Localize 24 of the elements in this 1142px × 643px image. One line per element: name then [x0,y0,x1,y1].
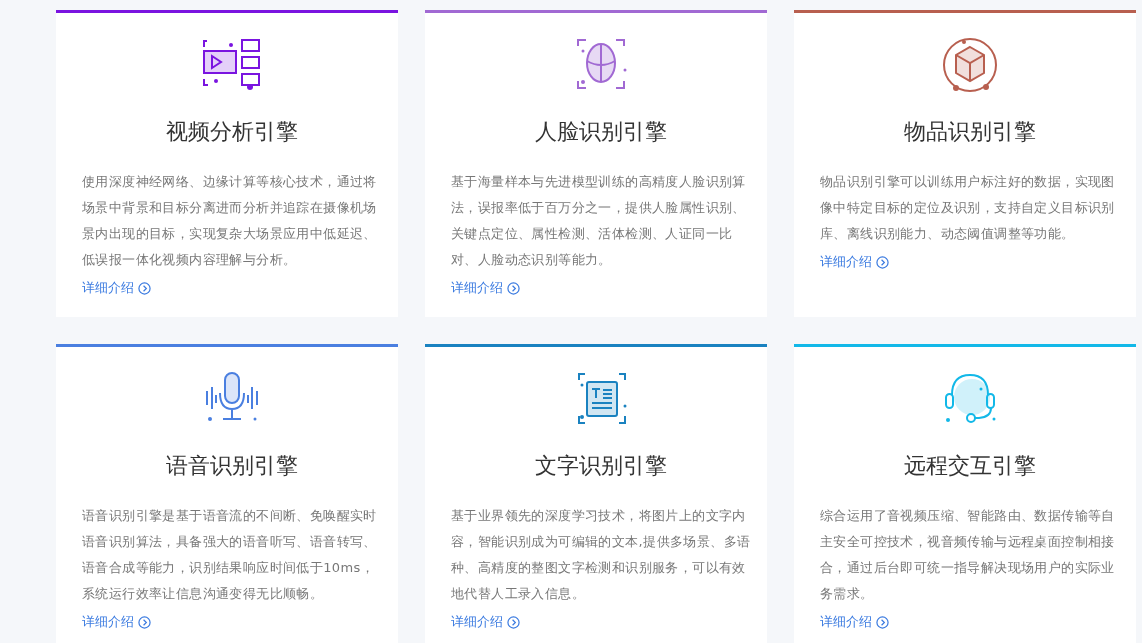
card-title: 视频分析引擎 [165,118,299,146]
arrow-circle-icon [138,615,151,629]
details-link[interactable]: 详细介绍 [82,279,151,297]
arrow-circle-icon [138,281,151,295]
card-title: 文字识别引擎 [534,452,668,480]
card-description: 基于业界领先的深度学习技术，将图片上的文字内容，智能识别成为可编辑的文本,提供多场景、多语种、高精度的整图文字检测和识别服务，可以有效地代替人工录入信息。 [451,507,751,603]
details-link[interactable]: 详细介绍 [820,613,889,631]
card-description: 语音识别引擎是基于语音流的不间断、免唤醒实时语音识别算法，具备强大的语音听写、语音转写、语音合成等能力，识别结果响应时间低于10ms，系统运行效率让信息沟通变得无比顺畅。 [82,507,378,603]
arrow-circle-icon [507,615,520,629]
card-description: 使用深度神经网络、边缘计算等核心技术，通过将场景中背景和目标分离进而分析并追踪在摄像机场景内出现的目标，实现复杂大场景应用中低延迟、低误报一体化视频内容理解与分析。 [82,173,378,269]
details-link[interactable]: 详细介绍 [451,613,520,631]
card-description: 综合运用了音视频压缩、智能路由、数据传输等自主安全可控技术，视音频传输与远程桌面控制相接合，通过后台即可统一指导解决现场用户的实际业务需求。 [820,507,1116,603]
details-link[interactable]: 详细介绍 [82,613,151,631]
card-description: 物品识别引擎可以训练用户标注好的数据，实现图像中特定目标的定位及识别，支持自定义目标识别库、离线识别能力、动态阈值调整等功能。 [820,173,1116,243]
card-description: 基于海量样本与先进模型训练的高精度人脸识别算法，误报率低于百万分之一，提供人脸属性识别、关键点定位、属性检测、活体检测、人证同一比对、人脸动态识别等能力。 [451,173,747,269]
arrow-circle-icon [876,615,889,629]
card-title: 物品识别引擎 [903,118,1037,146]
details-link[interactable]: 详细介绍 [820,253,889,271]
arrow-circle-icon [507,281,520,295]
card-title: 语音识别引擎 [165,452,299,480]
arrow-circle-icon [876,255,889,269]
details-link[interactable]: 详细介绍 [451,279,520,297]
card-title: 远程交互引擎 [903,452,1037,480]
card-title: 人脸识别引擎 [534,118,668,146]
